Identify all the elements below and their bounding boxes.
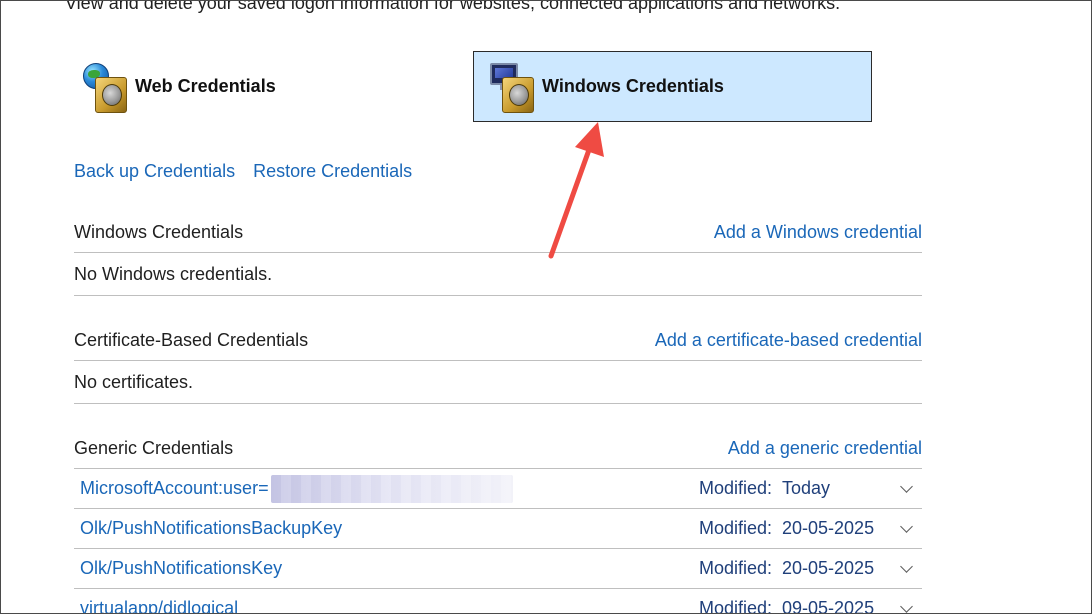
chevron-down-icon[interactable] bbox=[900, 562, 914, 576]
vault-globe-icon bbox=[81, 59, 131, 115]
generic-credential-name: Olk/PushNotificationsBackupKey bbox=[80, 518, 343, 538]
certificate-credentials-header: Certificate-Based Credentials Add a cert… bbox=[74, 320, 922, 361]
vault-icon bbox=[95, 76, 127, 113]
windows-credentials-section: Windows Credentials Add a Windows creden… bbox=[74, 212, 922, 296]
vault-icon bbox=[502, 76, 534, 113]
vault-monitor-icon bbox=[488, 59, 538, 115]
generic-credential-name-text: MicrosoftAccount:user= bbox=[80, 478, 269, 498]
generic-credential-name: Olk/PushNotificationsKey bbox=[80, 558, 283, 578]
modified-label: Modified: bbox=[698, 478, 772, 498]
generic-credential-name: MicrosoftAccount:user= bbox=[80, 474, 513, 503]
generic-credentials-header: Generic Credentials Add a generic creden… bbox=[74, 428, 922, 469]
credential-manager-window: View and delete your saved logon informa… bbox=[0, 0, 1092, 614]
generic-credential-meta: Modified: 20-05-2025 bbox=[699, 558, 922, 579]
windows-credentials-section-title: Windows Credentials bbox=[74, 221, 244, 242]
modified-value: 09-05-2025 bbox=[782, 598, 875, 614]
chevron-down-icon[interactable] bbox=[900, 602, 914, 614]
generic-credential-meta: Modified: Today bbox=[699, 478, 922, 499]
backup-credentials-link[interactable]: Back up Credentials bbox=[74, 161, 235, 182]
restore-credentials-link[interactable]: Restore Credentials bbox=[253, 161, 412, 182]
vault-door-icon bbox=[509, 83, 529, 106]
vault-door-icon bbox=[102, 83, 122, 106]
generic-credential-row[interactable]: virtualapp/didlogical Modified: 09-05-20… bbox=[74, 589, 922, 614]
generic-credentials-section-title: Generic Credentials bbox=[74, 437, 234, 458]
credential-actions: Back up Credentials Restore Credentials bbox=[74, 161, 412, 182]
generic-credential-row[interactable]: Olk/PushNotificationsBackupKey Modified:… bbox=[74, 509, 922, 549]
modified-value: 20-05-2025 bbox=[782, 518, 875, 538]
certificate-credentials-empty-state: No certificates. bbox=[74, 361, 922, 404]
add-certificate-credential-link[interactable]: Add a certificate-based credential bbox=[655, 330, 922, 351]
modified-label: Modified: bbox=[698, 598, 772, 614]
certificate-credentials-section: Certificate-Based Credentials Add a cert… bbox=[74, 320, 922, 404]
page-description: View and delete your saved logon informa… bbox=[65, 0, 841, 13]
windows-credentials-tile[interactable]: Windows Credentials bbox=[473, 51, 872, 122]
arrow-head-icon bbox=[575, 122, 604, 157]
windows-credentials-header: Windows Credentials Add a Windows creden… bbox=[74, 212, 922, 253]
modified-label: Modified: bbox=[698, 518, 772, 538]
generic-credential-meta: Modified: 09-05-2025 bbox=[698, 598, 922, 614]
generic-credential-meta: Modified: 20-05-2025 bbox=[699, 518, 922, 539]
modified-value: 20-05-2025 bbox=[782, 558, 875, 578]
generic-credentials-section: Generic Credentials Add a generic creden… bbox=[74, 428, 922, 614]
windows-credentials-empty-state: No Windows credentials. bbox=[74, 253, 922, 296]
generic-credential-name: virtualapp/didlogical bbox=[80, 598, 239, 614]
windows-credentials-label: Windows Credentials bbox=[542, 76, 724, 96]
certificate-credentials-section-title: Certificate-Based Credentials bbox=[74, 329, 309, 350]
add-windows-credential-link[interactable]: Add a Windows credential bbox=[714, 222, 922, 243]
redacted-username bbox=[270, 474, 513, 503]
generic-credential-row[interactable]: Olk/PushNotificationsKey Modified: 20-05… bbox=[74, 549, 922, 589]
modified-value: Today bbox=[782, 478, 831, 498]
generic-credential-row[interactable]: MicrosoftAccount:user= Modified: Today bbox=[74, 469, 922, 509]
web-credentials-tile[interactable]: Web Credentials bbox=[81, 51, 421, 122]
modified-label: Modified: bbox=[698, 558, 772, 578]
add-generic-credential-link[interactable]: Add a generic credential bbox=[728, 438, 922, 459]
chevron-down-icon[interactable] bbox=[900, 482, 914, 496]
web-credentials-label: Web Credentials bbox=[135, 76, 276, 96]
chevron-down-icon[interactable] bbox=[900, 522, 914, 536]
